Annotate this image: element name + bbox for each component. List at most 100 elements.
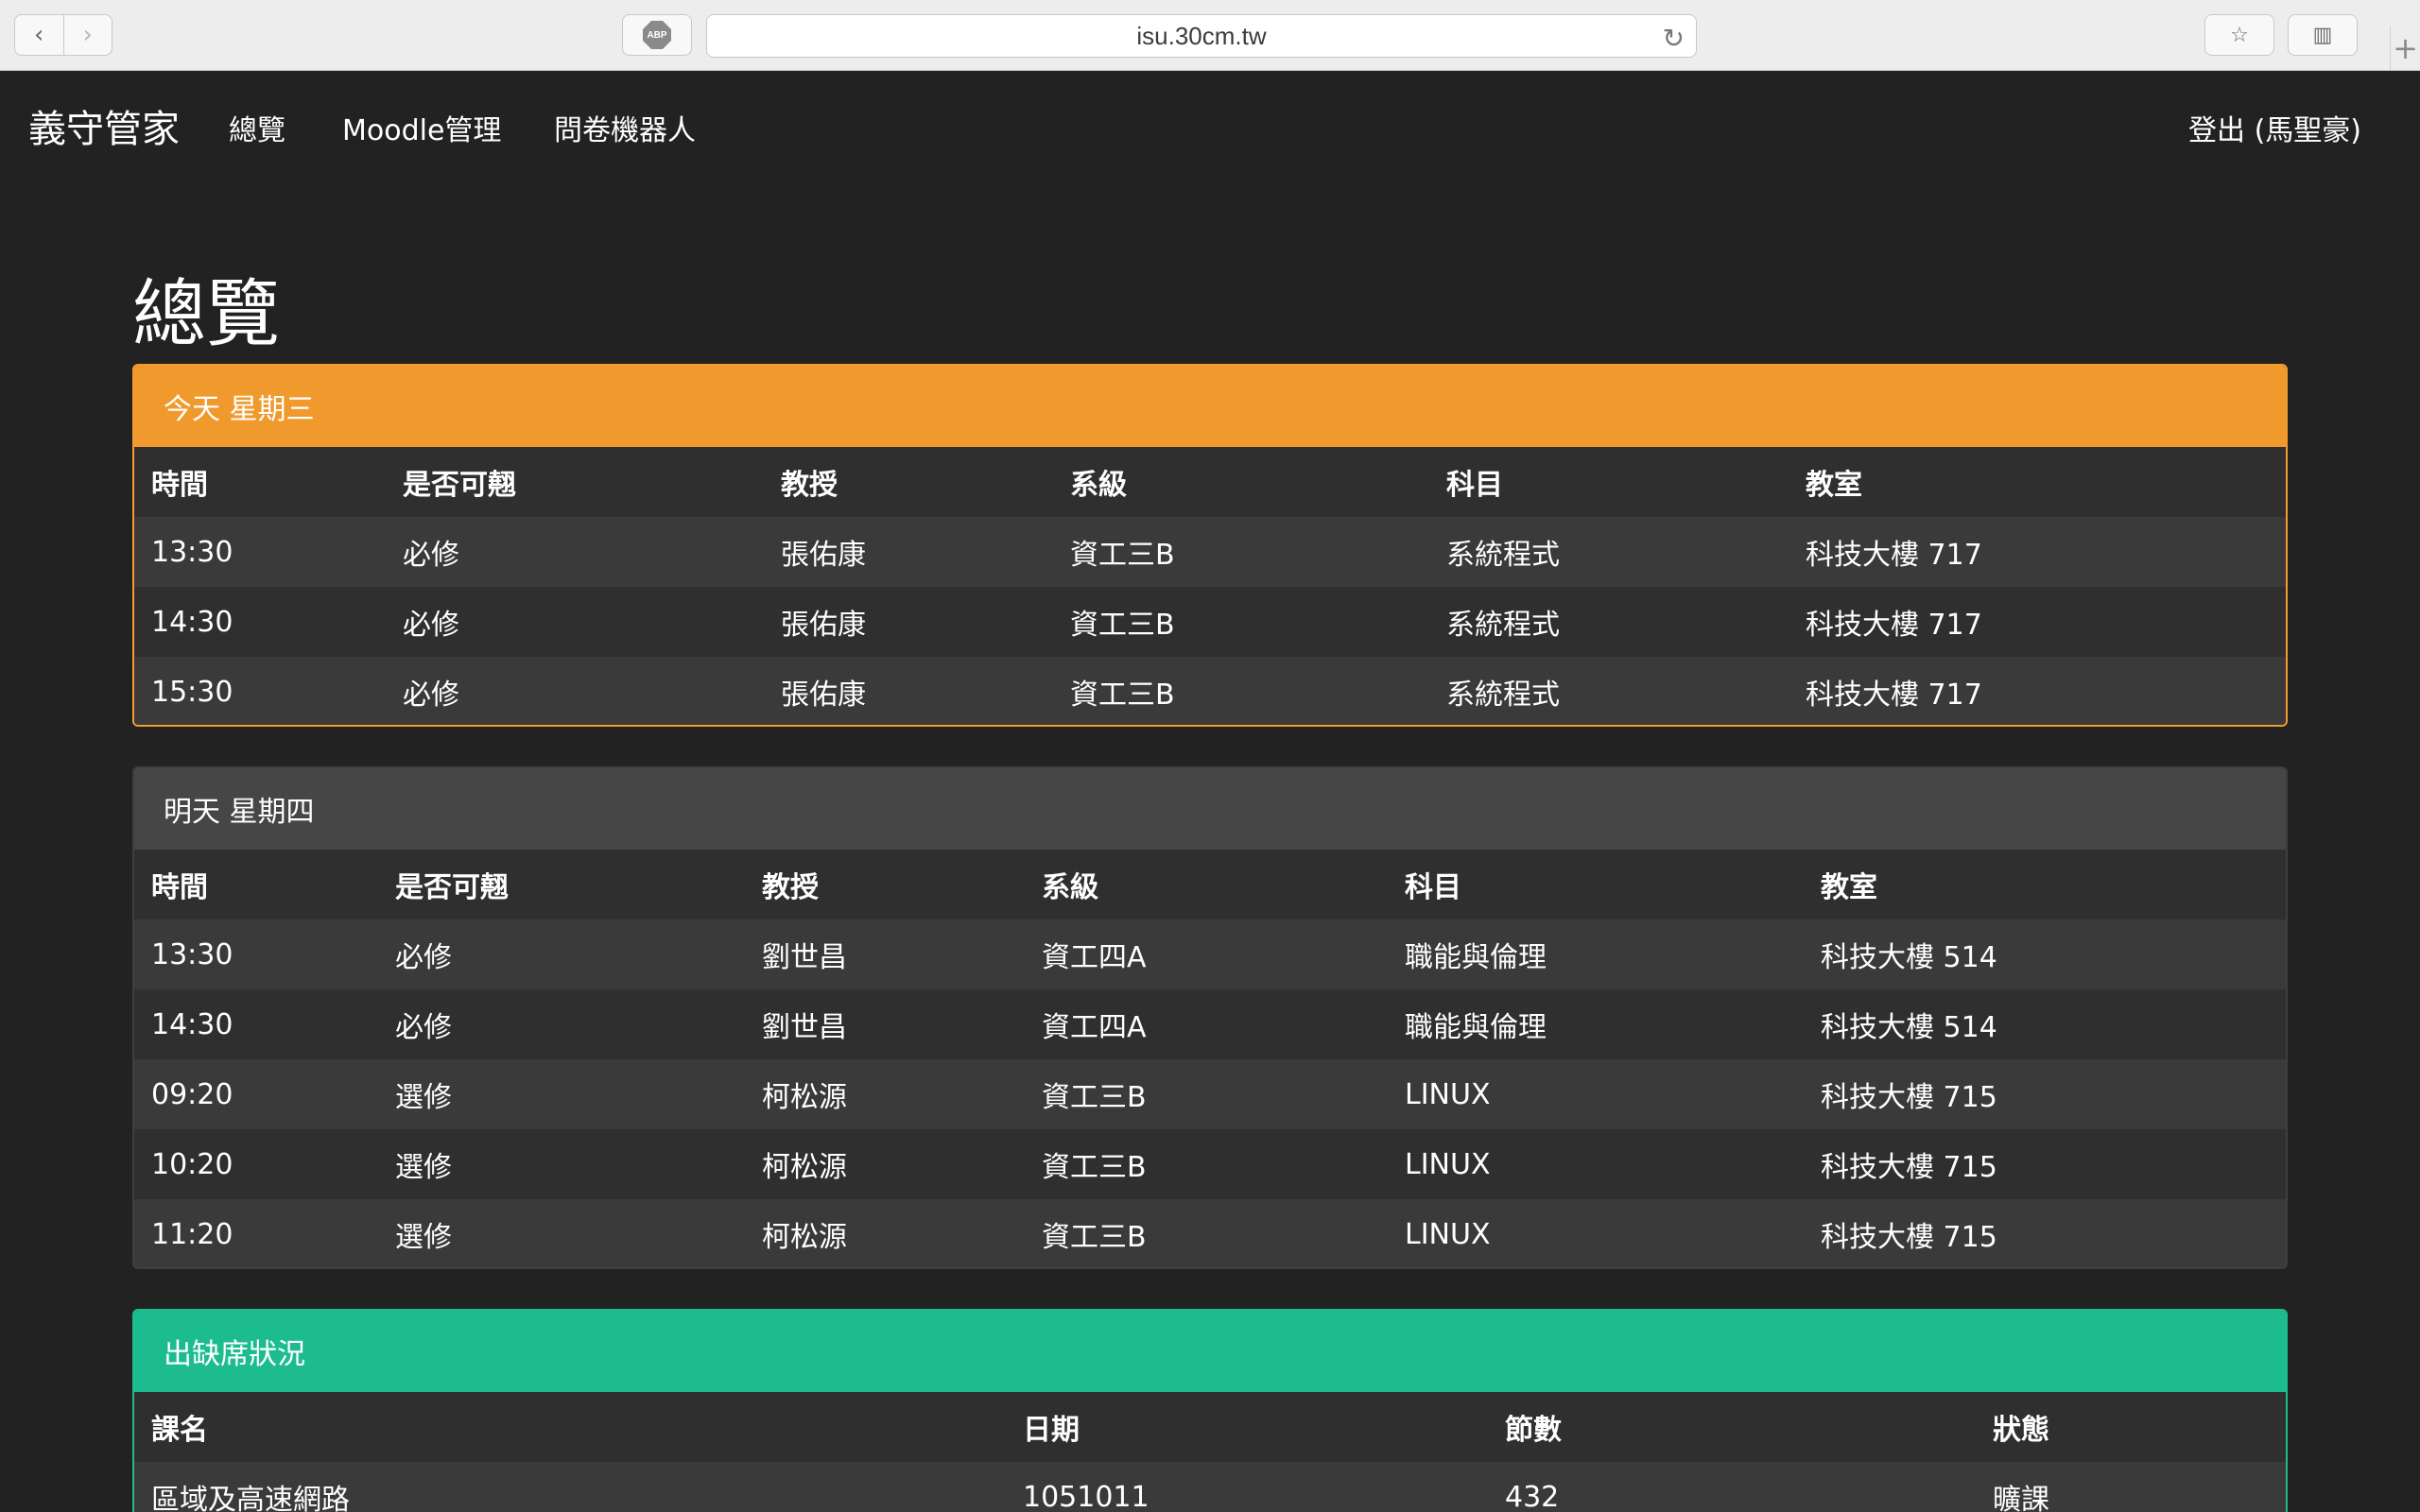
cell-time: 13:30 xyxy=(134,517,386,587)
bookmarks-button[interactable]: ☆ xyxy=(2204,14,2274,56)
table-row: 14:30 必修 劉世昌 資工四A 職能與倫理 科技大樓 514 xyxy=(134,989,2286,1059)
table-row: 10:20 選修 柯松源 資工三B LINUX 科技大樓 715 xyxy=(134,1129,2286,1199)
tomorrow-table: 時間 是否可翹 教授 系級 科目 教室 13:30 必修 劉世昌 資工四A 職能… xyxy=(134,850,2286,1267)
table-row: 09:20 選修 柯松源 資工三B LINUX 科技大樓 715 xyxy=(134,1059,2286,1129)
cell-required: 選修 xyxy=(378,1199,745,1267)
cell-subject: 職能與倫理 xyxy=(1388,989,1804,1059)
cell-subject: 系統程式 xyxy=(1429,517,1789,587)
panel-heading: 今天 星期三 xyxy=(134,366,2286,447)
cell-required: 必修 xyxy=(378,989,745,1059)
cell-periods: 432 xyxy=(1488,1462,1976,1512)
table-row: 區域及高速網路 1051011 432 曠課 xyxy=(134,1462,2286,1512)
forward-icon: › xyxy=(82,21,93,49)
cell-time: 14:30 xyxy=(134,989,378,1059)
sidebar-icon: ▥ xyxy=(2312,23,2333,47)
panel-heading: 明天 星期四 xyxy=(134,768,2286,850)
cell-time: 13:30 xyxy=(134,919,378,989)
sidebar-button[interactable]: ▥ xyxy=(2288,14,2358,56)
cell-class: 資工三B xyxy=(1025,1129,1388,1199)
adblock-icon: ABP xyxy=(643,21,671,49)
today-panel: 今天 星期三 時間 是否可翹 教授 系級 科目 教室 13:30 必修 張佑康 … xyxy=(132,364,2288,727)
column-header: 是否可翹 xyxy=(386,447,764,517)
cell-status: 曠課 xyxy=(1976,1462,2286,1512)
cell-room: 科技大樓 717 xyxy=(1789,517,2286,587)
table-header-row: 課名 日期 節數 狀態 xyxy=(134,1392,2286,1462)
new-tab-button[interactable]: + xyxy=(2390,26,2420,70)
cell-subject: LINUX xyxy=(1388,1199,1804,1267)
column-header: 時間 xyxy=(134,850,378,919)
nav-link-moodle[interactable]: Moodle管理 xyxy=(342,107,501,148)
address-bar[interactable]: isu.30cm.tw ↻ xyxy=(706,14,1697,58)
column-header: 科目 xyxy=(1388,850,1804,919)
column-header: 教授 xyxy=(764,447,1053,517)
history-buttons: ‹ › xyxy=(14,14,112,56)
cell-class: 資工三B xyxy=(1053,657,1429,725)
cell-required: 選修 xyxy=(378,1059,745,1129)
cell-subject: 系統程式 xyxy=(1429,657,1789,725)
column-header: 教授 xyxy=(745,850,1025,919)
column-header: 時間 xyxy=(134,447,386,517)
cell-course: 區域及高速網路 xyxy=(134,1462,1006,1512)
cell-time: 10:20 xyxy=(134,1129,378,1199)
cell-room: 科技大樓 715 xyxy=(1804,1129,2286,1199)
cell-room: 科技大樓 514 xyxy=(1804,989,2286,1059)
table-row: 11:20 選修 柯松源 資工三B LINUX 科技大樓 715 xyxy=(134,1199,2286,1267)
today-table: 時間 是否可翹 教授 系級 科目 教室 13:30 必修 張佑康 資工三B 系統… xyxy=(134,447,2286,725)
cell-class: 資工三B xyxy=(1025,1199,1388,1267)
cell-class: 資工四A xyxy=(1025,989,1388,1059)
cell-room: 科技大樓 514 xyxy=(1804,919,2286,989)
cell-room: 科技大樓 717 xyxy=(1789,587,2286,657)
nav-link-survey-bot[interactable]: 問卷機器人 xyxy=(554,107,696,148)
column-header: 是否可翹 xyxy=(378,850,745,919)
column-header: 狀態 xyxy=(1976,1392,2286,1462)
cell-subject: LINUX xyxy=(1388,1059,1804,1129)
column-header: 系級 xyxy=(1053,447,1429,517)
back-icon: ‹ xyxy=(34,21,44,49)
brand-link[interactable]: 義守管家 xyxy=(28,98,180,153)
back-button[interactable]: ‹ xyxy=(15,15,63,55)
column-header: 教室 xyxy=(1789,447,2286,517)
nav-link-overview[interactable]: 總覽 xyxy=(229,107,285,148)
cell-room: 科技大樓 717 xyxy=(1789,657,2286,725)
adblock-button[interactable]: ABP xyxy=(622,14,692,56)
table-row: 13:30 必修 劉世昌 資工四A 職能與倫理 科技大樓 514 xyxy=(134,919,2286,989)
cell-date: 1051011 xyxy=(1006,1462,1488,1512)
cell-class: 資工三B xyxy=(1053,587,1429,657)
column-header: 系級 xyxy=(1025,850,1388,919)
url-text: isu.30cm.tw xyxy=(1136,21,1267,50)
cell-time: 15:30 xyxy=(134,657,386,725)
forward-button[interactable]: › xyxy=(62,15,112,55)
attendance-table: 課名 日期 節數 狀態 區域及高速網路 1051011 432 曠課 xyxy=(134,1392,2286,1512)
cell-professor: 柯松源 xyxy=(745,1059,1025,1129)
cell-required: 選修 xyxy=(378,1129,745,1199)
browser-toolbar: ‹ › ABP isu.30cm.tw ↻ ☆ ▥ + xyxy=(0,0,2420,71)
table-header-row: 時間 是否可翹 教授 系級 科目 教室 xyxy=(134,447,2286,517)
app-navbar: 義守管家 總覽 Moodle管理 問卷機器人 登出 (馬聖豪) xyxy=(0,72,2420,185)
table-row: 14:30 必修 張佑康 資工三B 系統程式 科技大樓 717 xyxy=(134,587,2286,657)
column-header: 課名 xyxy=(134,1392,1006,1462)
cell-subject: LINUX xyxy=(1388,1129,1804,1199)
cell-time: 14:30 xyxy=(134,587,386,657)
cell-time: 09:20 xyxy=(134,1059,378,1129)
table-row: 13:30 必修 張佑康 資工三B 系統程式 科技大樓 717 xyxy=(134,517,2286,587)
logout-link[interactable]: 登出 (馬聖豪) xyxy=(2188,107,2361,148)
cell-class: 資工四A xyxy=(1025,919,1388,989)
column-header: 日期 xyxy=(1006,1392,1488,1462)
cell-required: 必修 xyxy=(386,657,764,725)
column-header: 節數 xyxy=(1488,1392,1976,1462)
cell-professor: 柯松源 xyxy=(745,1199,1025,1267)
cell-professor: 劉世昌 xyxy=(745,919,1025,989)
tomorrow-panel: 明天 星期四 時間 是否可翹 教授 系級 科目 教室 13:30 必修 劉世昌 … xyxy=(132,766,2288,1269)
cell-professor: 張佑康 xyxy=(764,657,1053,725)
bookmark-icon: ☆ xyxy=(2230,23,2249,47)
cell-class: 資工三B xyxy=(1025,1059,1388,1129)
page-title: 總覽 xyxy=(132,272,281,357)
column-header: 教室 xyxy=(1804,850,2286,919)
cell-subject: 系統程式 xyxy=(1429,587,1789,657)
reload-icon[interactable]: ↻ xyxy=(1663,23,1685,54)
cell-professor: 劉世昌 xyxy=(745,989,1025,1059)
cell-professor: 柯松源 xyxy=(745,1129,1025,1199)
cell-professor: 張佑康 xyxy=(764,517,1053,587)
attendance-panel: 出缺席狀況 課名 日期 節數 狀態 區域及高速網路 1051011 432 曠課 xyxy=(132,1309,2288,1512)
table-header-row: 時間 是否可翹 教授 系級 科目 教室 xyxy=(134,850,2286,919)
